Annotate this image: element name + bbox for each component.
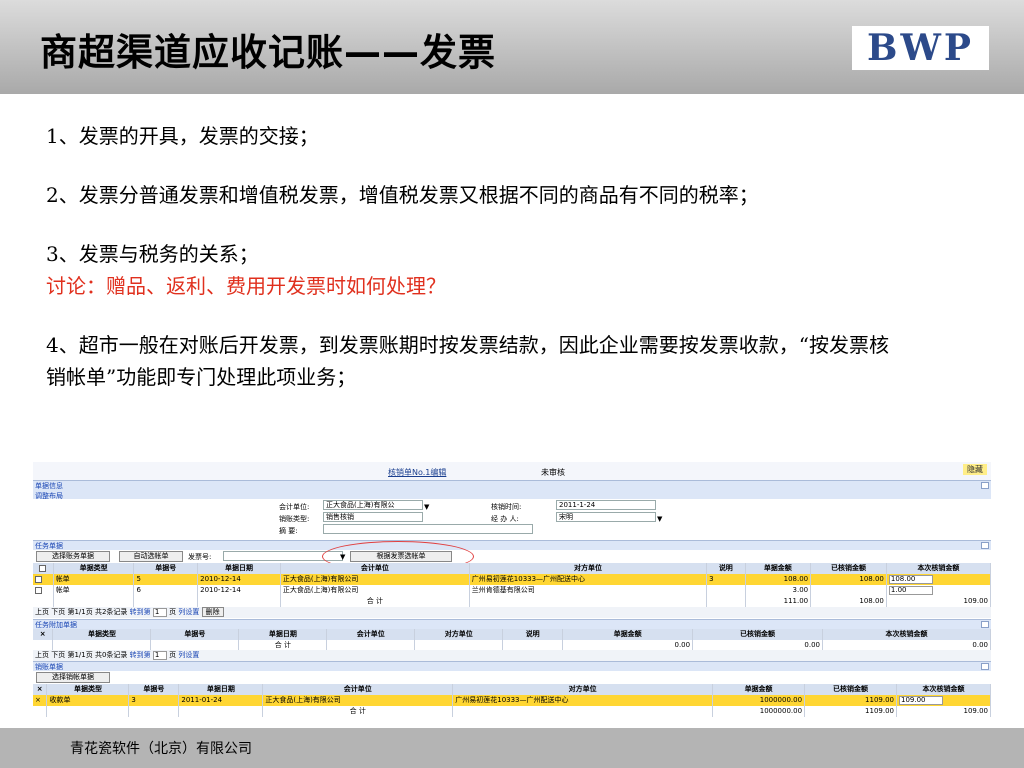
summary-input[interactable] (323, 524, 533, 534)
slide-title: 商超渠道应收记账——发票 (40, 31, 496, 74)
table-row[interactable]: × 收款单 3 2011-01-24 正大食品(上海)有限公司 广州易初莲花10… (33, 695, 991, 706)
account-unit-label: 会计单位: (279, 503, 310, 511)
attach-table: × 单据类型 单据号 单据日期 会计单位 对方单位 说明 单据金额 已核销金额 … (33, 629, 991, 651)
collapse-icon[interactable] (981, 482, 989, 489)
bwp-logo: BWP (852, 26, 989, 70)
section-attach: 任务附加单据 (33, 619, 991, 629)
hide-button[interactable]: 隐藏 (963, 464, 987, 475)
section-task: 任务单据 (33, 540, 991, 550)
remove-row-icon[interactable]: × (33, 695, 48, 706)
pager-attach: 上页 下页 第1/1页 共0条记录 转到第 1 页 列设置 (33, 650, 991, 661)
writeoff-time-input[interactable]: 2011-1-24 (556, 500, 656, 510)
sales-type-label: 销账类型: (279, 515, 310, 523)
column-settings-link[interactable]: 列设置 (178, 608, 199, 616)
collapse-icon[interactable] (981, 542, 989, 549)
amount-input[interactable]: 109.00 (898, 695, 943, 705)
total-row: 合 计 1000000.00 1109.00 109.00 (33, 706, 991, 717)
sales-type-input[interactable]: 销售核销 (323, 512, 423, 522)
app-status: 未审核 (541, 468, 565, 477)
company-name: 青花瓷软件（北京）有限公司 (70, 741, 252, 757)
table-header: × 单据类型 单据号 单据日期 会计单位 对方单位 说明 单据金额 已核销金额 … (33, 629, 991, 640)
summary-label: 摘 要: (279, 527, 298, 535)
bullet-point-4: 4、超市一般在对账后开发票，到发票账期时按发票结款，因此企业需要按发票收款，“按… (46, 333, 889, 389)
row-checkbox[interactable] (35, 575, 42, 583)
slide-header: 商超渠道应收记账——发票 BWP (0, 0, 1024, 94)
writeoff-screenshot: 核销单No.1编辑 未审核 隐藏 单据信息 调整布局 会计单位: 正大食品(上海… (33, 462, 991, 717)
row-checkbox[interactable] (35, 586, 42, 594)
app-title: 核销单No.1编辑 (388, 468, 447, 477)
amount-input[interactable]: 1.00 (888, 585, 933, 595)
auto-select-button[interactable]: 自动选帐单 (119, 551, 183, 562)
collapse-icon[interactable] (981, 621, 989, 628)
bullet-point-2: 2、发票分普通发票和增值税发票，增值税发票又根据不同的商品有不同的税率； (46, 183, 759, 207)
collapse-icon[interactable] (981, 663, 989, 670)
writeoff-time-label: 核销时间: (491, 503, 522, 511)
table-header: × 单据类型 单据号 单据日期 会计单位 对方单位 单据金额 已核销金额 本次核… (33, 684, 991, 695)
invoice-no-label: 发票号: (188, 553, 212, 561)
bullet-list: 1、发票的开具，发票的交接； 2、发票分普通发票和增值税发票，增值税发票又根据不… (46, 120, 906, 393)
handler-select[interactable]: 宋明 (556, 512, 656, 522)
bullet-point-1: 1、发票的开具，发票的交接； (46, 124, 319, 148)
account-unit-select[interactable]: 正大食品(上海)有限公 (323, 500, 423, 510)
slide-footer: 青花瓷软件（北京）有限公司 (0, 728, 1024, 768)
task-table: 单据类型 单据号 单据日期 会计单位 对方单位 说明 单据金额 已核销金额 本次… (33, 563, 991, 607)
table-header: 单据类型 单据号 单据日期 会计单位 对方单位 说明 单据金额 已核销金额 本次… (33, 563, 991, 574)
sales-table: × 单据类型 单据号 单据日期 会计单位 对方单位 单据金额 已核销金额 本次核… (33, 684, 991, 717)
section-sales: 销账单据 (33, 661, 991, 671)
layout-link[interactable]: 调整布局 (35, 491, 991, 501)
app-header: 核销单No.1编辑 未审核 隐藏 (33, 462, 991, 480)
amount-input[interactable]: 108.00 (888, 574, 933, 584)
chevron-down-icon[interactable]: ▼ (424, 502, 429, 513)
page-input[interactable]: 1 (152, 650, 167, 660)
section-info: 单据信息 调整布局 (33, 480, 991, 501)
total-row: 合 计 111.00 108.00 109.00 (33, 596, 991, 607)
select-account-docs-button[interactable]: 选择账务单据 (36, 551, 110, 562)
chevron-down-icon[interactable]: ▼ (657, 514, 662, 525)
pager-task: 上页 下页 第1/1页 共2条记录 转到第 1 页 列设置 删除 (33, 607, 991, 618)
discussion-point: 讨论：赠品、返利、费用开发票时如何处理？ (46, 274, 446, 298)
page-input[interactable]: 1 (152, 607, 167, 617)
delete-button[interactable]: 删除 (201, 607, 224, 617)
table-row[interactable]: 帐单 6 2010-12-14 正大食品(上海)有限公司 兰州肯德基有限公司 3… (33, 585, 991, 596)
column-settings-link[interactable]: 列设置 (178, 651, 199, 659)
table-row[interactable]: 帐单 5 2010-12-14 正大食品(上海)有限公司 广州易初莲花10333… (33, 574, 991, 585)
select-sales-docs-button[interactable]: 选择销帐单据 (36, 672, 110, 683)
bullet-point-3: 3、发票与税务的关系； (46, 242, 259, 266)
select-all-checkbox[interactable] (39, 564, 47, 572)
